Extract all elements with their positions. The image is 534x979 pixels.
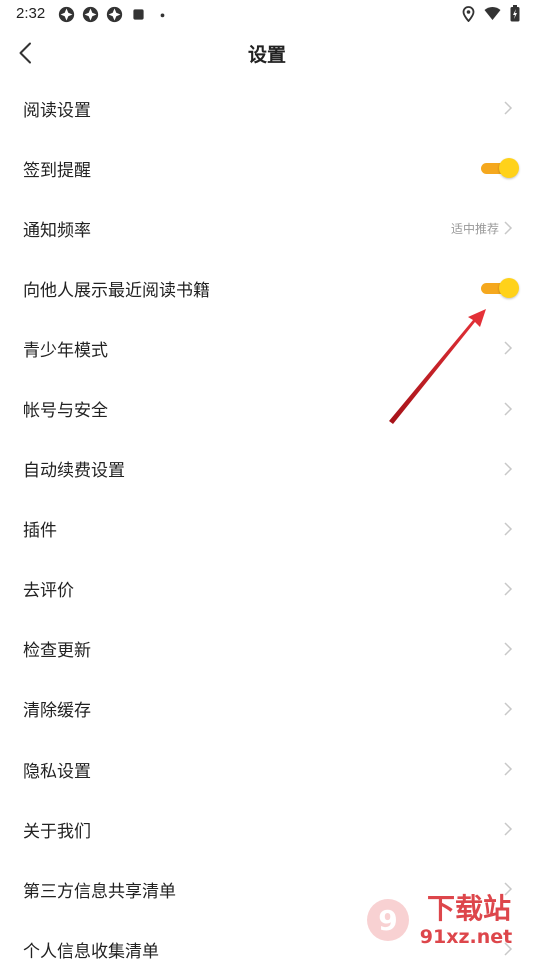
page-title: 设置 xyxy=(247,44,286,66)
status-notification-icons xyxy=(58,6,171,23)
settings-item-show-recent-books: 向他人展示最近阅读书籍 xyxy=(0,258,534,318)
chevron-right-icon xyxy=(504,822,513,836)
chevron-right-icon xyxy=(504,462,513,476)
settings-item-label: 第三方信息共享清单 xyxy=(23,881,176,902)
settings-item-rate-app[interactable]: 去评价 xyxy=(0,559,534,619)
watermark-logo: 9 下载站 91xz.net xyxy=(367,892,512,948)
status-system-icons xyxy=(462,5,520,22)
chevron-right-icon xyxy=(504,642,513,656)
square-notification-icon xyxy=(133,9,144,20)
settings-item-privacy[interactable]: 隐私设置 xyxy=(0,739,534,799)
chevron-right-icon xyxy=(504,582,513,596)
chevron-right-icon xyxy=(504,522,513,536)
settings-item-teen-mode[interactable]: 青少年模式 xyxy=(0,318,534,378)
settings-item-label: 青少年模式 xyxy=(23,340,108,361)
nav-bar: 设置 xyxy=(0,28,534,78)
settings-item-about-us[interactable]: 关于我们 xyxy=(0,799,534,859)
settings-item-label: 自动续费设置 xyxy=(23,461,125,482)
notification-frequency-value: 适中推荐 xyxy=(450,221,499,236)
chevron-right-icon xyxy=(504,762,513,776)
watermark-brand: 下载站 xyxy=(427,892,511,925)
chevron-right-icon xyxy=(504,401,513,416)
settings-item-label: 检查更新 xyxy=(23,641,91,662)
settings-item-label: 关于我们 xyxy=(23,821,91,842)
chevron-right-icon xyxy=(504,101,513,115)
settings-item-label: 通知频率 xyxy=(23,220,91,241)
battery-icon xyxy=(510,5,520,22)
settings-item-label: 隐私设置 xyxy=(23,761,91,782)
settings-item-label: 插件 xyxy=(23,521,57,542)
settings-item-label: 清除缓存 xyxy=(23,701,91,722)
settings-item-label: 阅读设置 xyxy=(23,100,91,121)
settings-item-label: 向他人展示最近阅读书籍 xyxy=(23,280,210,301)
app-notification-icon xyxy=(82,6,99,23)
status-time: 2:32 xyxy=(16,5,46,22)
chevron-right-icon xyxy=(504,702,513,716)
settings-item-label: 个人信息收集清单 xyxy=(23,941,159,962)
settings-item-auto-renewal[interactable]: 自动续费设置 xyxy=(0,439,534,499)
location-icon xyxy=(462,5,475,22)
checkin-reminder-toggle[interactable] xyxy=(481,158,519,179)
settings-item-account-security[interactable]: 帐号与安全 xyxy=(0,378,534,438)
watermark-domain: 91xz.net xyxy=(420,926,512,948)
settings-item-reading[interactable]: 阅读设置 xyxy=(0,78,534,138)
settings-item-clear-cache[interactable]: 清除缓存 xyxy=(0,679,534,739)
app-notification-icon xyxy=(106,6,123,23)
settings-item-check-update[interactable]: 检查更新 xyxy=(0,619,534,679)
settings-item-checkin-reminder: 签到提醒 xyxy=(0,138,534,198)
chevron-right-icon xyxy=(504,221,513,235)
show-recent-books-toggle[interactable] xyxy=(481,278,519,299)
settings-item-label: 帐号与安全 xyxy=(23,401,108,422)
status-bar: 2:32 xyxy=(0,0,534,28)
settings-item-label: 去评价 xyxy=(23,581,74,602)
svg-text:9: 9 xyxy=(378,904,397,937)
dot-icon xyxy=(160,13,165,18)
settings-list: 阅读设置 签到提醒 通知频率 适中推荐 向他人展示最近阅读书籍 青少年模式 帐号… xyxy=(0,78,534,979)
wifi-icon xyxy=(484,7,501,20)
chevron-right-icon xyxy=(504,341,513,355)
settings-item-plugins[interactable]: 插件 xyxy=(0,499,534,559)
settings-item-notification-frequency[interactable]: 通知频率 适中推荐 xyxy=(0,198,534,258)
app-notification-icon xyxy=(58,6,75,23)
settings-item-label: 签到提醒 xyxy=(23,160,91,181)
